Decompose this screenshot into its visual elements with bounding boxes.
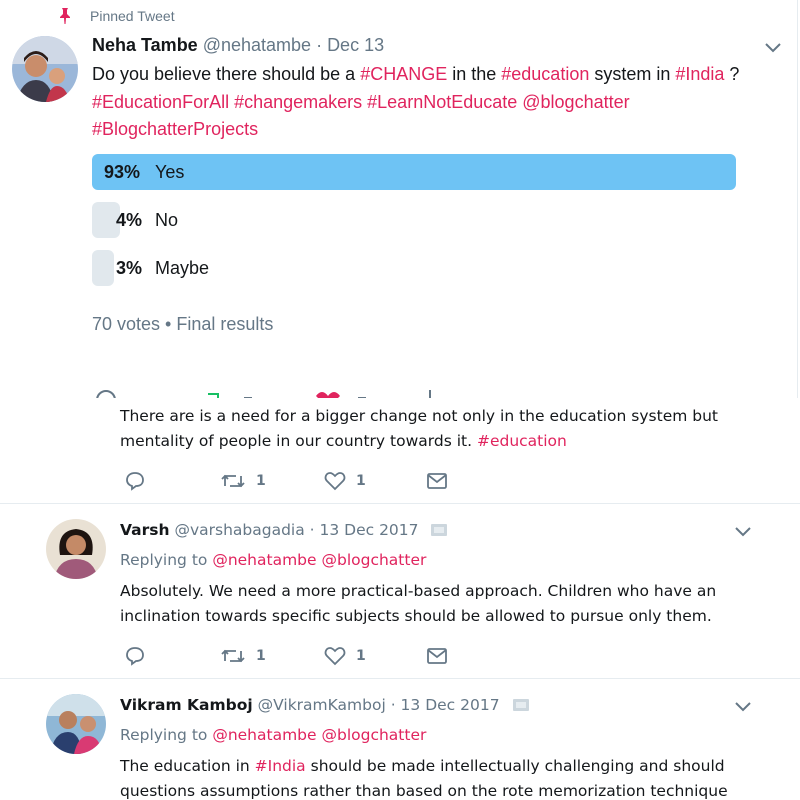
tweet-divider <box>0 678 800 679</box>
poll-percent: 3% <box>116 258 143 278</box>
reply-icon <box>126 472 144 491</box>
author-handle[interactable]: @VikramKamboj <box>258 696 386 714</box>
like-icon <box>324 472 346 491</box>
like-icon <box>324 647 346 666</box>
poll-bar <box>92 154 736 190</box>
tweet-actions: 1 1 <box>120 645 460 667</box>
reply-button[interactable] <box>124 645 146 667</box>
tweet-header: Neha Tambe @nehatambe · Dec 13 <box>92 35 384 56</box>
reply-header: Vikram Kamboj @VikramKamboj · 13 Dec 201… <box>120 696 529 714</box>
retweet-icon <box>221 474 245 488</box>
like-button[interactable]: 1 <box>324 645 366 667</box>
avatar[interactable] <box>46 519 106 579</box>
retweet-count: 1 <box>256 648 266 664</box>
avatar[interactable] <box>46 694 106 754</box>
hashtag-change[interactable]: #CHANGE <box>360 64 447 84</box>
retweet-icon <box>221 649 245 663</box>
reply-header: Varsh @varshabagadia · 13 Dec 2017 <box>120 521 448 539</box>
poll-percent: 93% <box>104 162 141 182</box>
retweet-button[interactable]: 1 <box>220 645 266 667</box>
mention-link[interactable]: @nehatambe <box>212 726 316 744</box>
reply-text: Absolutely. We need a more practical-bas… <box>120 582 717 625</box>
dm-icon <box>427 473 447 489</box>
poll-label: No <box>155 210 179 230</box>
poll-label: Yes <box>155 162 185 182</box>
hashtag-india[interactable]: #India <box>675 64 724 84</box>
reply-button[interactable] <box>124 470 146 492</box>
tweet-divider <box>0 503 800 504</box>
tweet-line-2[interactable]: #EducationForAll #changemakers #LearnNot… <box>92 89 792 117</box>
mention-link[interactable]: @nehatambe <box>212 551 316 569</box>
main-tweet-actions-clipped <box>92 386 452 398</box>
poll-option-no: 4% No <box>92 202 736 238</box>
tweet-date[interactable]: Dec 13 <box>327 35 384 55</box>
flag-icon <box>431 524 448 536</box>
tweet-date[interactable]: · 13 Dec 2017 <box>305 521 419 539</box>
author-handle[interactable]: @varshabagadia <box>174 521 304 539</box>
poll-option-yes: 93% Yes <box>92 154 736 190</box>
reply-icon <box>126 647 144 666</box>
reply-text: The education in #India should be made i… <box>120 757 728 800</box>
replying-to: Replying to @nehatambe @blogchatter <box>120 726 427 744</box>
tweet-line-3[interactable]: #BlogchatterProjects <box>92 116 792 144</box>
tweet-date[interactable]: · 13 Dec 2017 <box>386 696 500 714</box>
chevron-down-icon[interactable] <box>734 701 752 713</box>
dm-icon <box>427 648 447 664</box>
replying-to: Replying to @nehatambe @blogchatter <box>120 551 427 569</box>
poll-label: Maybe <box>155 258 210 278</box>
tweet-line-1: Do you believe there should be a #CHANGE… <box>92 64 740 84</box>
tweet-actions: 1 1 <box>120 470 460 492</box>
like-button[interactable]: 1 <box>324 470 366 492</box>
hashtag-education[interactable]: #education <box>501 64 589 84</box>
like-count: 1 <box>356 473 366 489</box>
chevron-down-icon[interactable] <box>734 526 752 538</box>
poll-percent: 4% <box>116 210 143 230</box>
author-name[interactable]: Neha Tambe <box>92 35 198 55</box>
mention-link[interactable]: @blogchatter <box>321 726 426 744</box>
mention-link[interactable]: @blogchatter <box>321 551 426 569</box>
poll-option-maybe: 3% Maybe <box>92 250 736 286</box>
avatar[interactable] <box>12 36 78 102</box>
retweet-count: 1 <box>256 473 266 489</box>
tweet-text: Do you believe there should be a #CHANGE… <box>92 61 792 144</box>
column-border <box>797 0 798 398</box>
pin-icon <box>60 8 70 24</box>
author-handle[interactable]: @nehatambe <box>203 35 311 55</box>
pinned-indicator: Pinned Tweet <box>60 8 175 24</box>
author-name[interactable]: Varsh <box>120 521 170 539</box>
header-separator: · <box>311 35 328 55</box>
like-count: 1 <box>356 648 366 664</box>
author-name[interactable]: Vikram Kamboj <box>120 696 253 714</box>
chevron-down-icon[interactable] <box>764 42 782 54</box>
dm-button[interactable] <box>426 470 448 492</box>
hashtag-education[interactable]: #education <box>477 432 567 450</box>
retweet-button[interactable]: 1 <box>220 470 266 492</box>
poll-bar <box>92 250 114 286</box>
poll-results-meta: 70 votes • Final results <box>92 314 274 334</box>
pinned-label: Pinned Tweet <box>90 8 175 24</box>
dm-button[interactable] <box>426 645 448 667</box>
hashtag-india[interactable]: #India <box>255 757 306 775</box>
reply-text: There are is a need for a bigger change … <box>120 407 718 450</box>
flag-icon <box>512 699 529 711</box>
